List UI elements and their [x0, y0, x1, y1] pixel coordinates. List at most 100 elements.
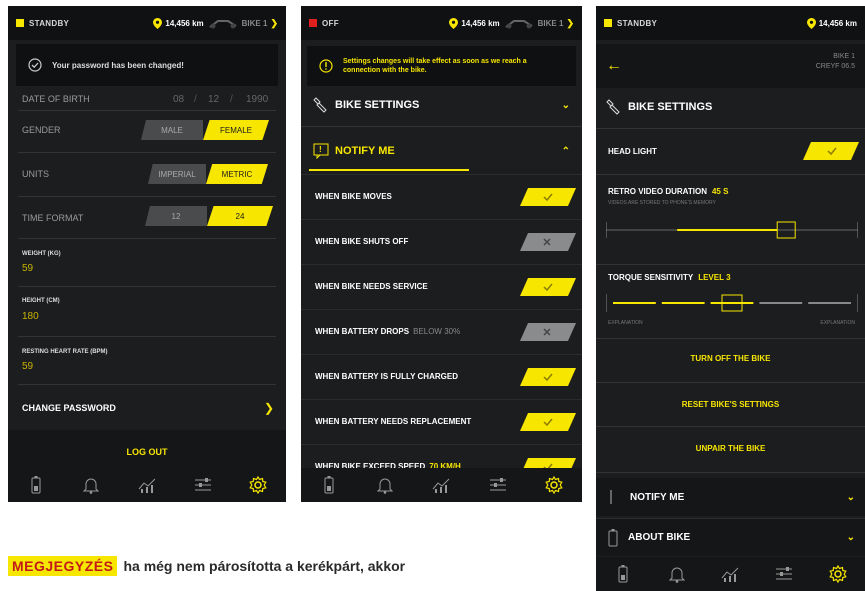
gender-label: GENDER — [22, 125, 61, 135]
change-password-row[interactable]: CHANGE PASSWORD ❯ — [8, 394, 286, 422]
notify-me-section[interactable]: NOTIFY ME ⌄ — [596, 478, 865, 516]
dob-label: DATE OF BIRTH — [22, 94, 90, 104]
chevron-down-icon: ❯ — [566, 17, 574, 28]
check-circle-icon — [28, 58, 42, 72]
notify-row: WHEN BATTERY IS FULLY CHARGED — [301, 354, 582, 398]
nav-sliders-icon[interactable] — [193, 475, 213, 495]
status-bar: OFF 14,456 km BIKE 1 ❯ — [301, 6, 582, 40]
gender-male[interactable]: MALE — [141, 120, 203, 140]
toggle-on[interactable] — [520, 188, 576, 206]
note-text: ha még nem párosította a kerékpárt, akko… — [123, 558, 406, 574]
resting-hr-input[interactable]: 59 — [22, 361, 33, 372]
chevron-up-icon: ⌃ — [561, 145, 570, 157]
notify-row: WHEN BIKE NEEDS SERVICE — [301, 264, 582, 308]
units-imperial[interactable]: IMPERIAL — [148, 164, 206, 184]
info-icon — [319, 59, 333, 73]
toggle-off[interactable] — [520, 323, 576, 341]
retro-video-row: RETRO VIDEO DURATION 45 S — [596, 184, 865, 198]
dob-year[interactable]: 1990 — [246, 94, 268, 105]
nav-bell-icon[interactable] — [667, 564, 687, 584]
bike-settings-section[interactable]: BIKE SETTINGS — [596, 92, 865, 122]
nav-bell-icon[interactable] — [375, 475, 395, 495]
location-pin-icon — [449, 17, 459, 29]
nav-gear-icon[interactable] — [544, 475, 564, 495]
turn-off-bike-button[interactable]: TURN OFF THE BIKE — [596, 354, 865, 363]
chevron-right-icon: ❯ — [263, 401, 274, 415]
nav-sliders-icon[interactable] — [774, 564, 794, 584]
time-format-12[interactable]: 12 — [145, 206, 207, 226]
note-tag: MEGJEGYZÉS — [8, 556, 118, 576]
notify-row: WHEN BATTERY NEEDS REPLACEMENT — [301, 399, 582, 443]
gender-toggle[interactable]: MALE FEMALE — [141, 120, 269, 140]
notify-row: WHEN BIKE SHUTS OFF — [301, 219, 582, 263]
motorbike-icon — [505, 20, 533, 29]
nav-bell-icon[interactable] — [81, 475, 101, 495]
nav-gear-icon[interactable] — [828, 564, 848, 584]
unpair-bike-button[interactable]: UNPAIR THE BIKE — [596, 444, 865, 453]
motorbike-icon — [209, 20, 237, 29]
notify-row-label: WHEN BATTERY DROPS — [315, 327, 410, 336]
bike-selector[interactable]: BIKE 1 ❯ — [538, 18, 574, 29]
date-of-birth-row[interactable]: DATE OF BIRTH 08 / 12 / 1990 — [8, 90, 286, 108]
password-toast: Your password has been changed! — [16, 44, 278, 86]
status-bar: STANDBY 14,456 km — [596, 6, 865, 40]
time-format-24[interactable]: 24 — [207, 206, 273, 226]
status-label: STANDBY — [29, 18, 70, 28]
notify-row: WHEN BATTERY DROPS BELOW 30% — [301, 309, 582, 353]
toggle-on[interactable] — [520, 413, 576, 431]
time-format-toggle[interactable]: 12 24 — [145, 206, 273, 226]
resting-hr-label: RESTING HEART RATE (BPM) — [22, 349, 108, 355]
torque-slider[interactable] — [606, 292, 858, 314]
torque-right-label: EXPLANATION — [820, 320, 855, 326]
toast-text: Settings changes will take effect as soo… — [343, 58, 527, 74]
odometer: 14,456 km — [818, 18, 857, 28]
nav-stats-icon[interactable] — [137, 475, 157, 495]
head-light-toggle[interactable] — [803, 142, 859, 160]
dob-day[interactable]: 08 — [173, 94, 184, 105]
nav-sliders-icon[interactable] — [488, 475, 508, 495]
nav-battery-icon[interactable] — [613, 564, 633, 584]
gender-female[interactable]: FEMALE — [203, 120, 269, 140]
notify-row-label: WHEN BATTERY IS FULLY CHARGED — [315, 372, 458, 381]
weight-input[interactable]: 59 — [22, 263, 33, 274]
toast-text: Your password has been changed! — [52, 60, 184, 70]
nav-gear-icon[interactable] — [248, 475, 268, 495]
head-light-label: HEAD LIGHT — [608, 146, 657, 156]
nav-stats-icon[interactable] — [431, 475, 451, 495]
bottom-nav — [8, 468, 286, 502]
chevron-down-icon: ⌄ — [561, 99, 570, 111]
units-metric[interactable]: METRIC — [206, 164, 268, 184]
notify-row-extra: BELOW 30% — [413, 327, 461, 336]
status-label: OFF — [322, 18, 339, 28]
location-pin-icon — [806, 17, 816, 29]
bike-settings-section[interactable]: BIKE SETTINGS ⌄ — [301, 90, 582, 120]
nav-battery-icon[interactable] — [26, 475, 46, 495]
bottom-nav — [596, 557, 865, 591]
dob-month[interactable]: 12 — [208, 94, 219, 105]
nav-battery-icon[interactable] — [319, 475, 339, 495]
nav-stats-icon[interactable] — [720, 564, 740, 584]
bike-selector[interactable]: BIKE 1 ❯ — [242, 18, 278, 29]
torque-label: TORQUE SENSITIVITY — [608, 272, 694, 282]
retro-video-hint: VIDEOS ARE STORED TO PHONE'S MEMORY — [608, 200, 716, 206]
notify-me-title: NOTIFY ME — [630, 491, 685, 503]
notify-row: WHEN BIKE MOVES — [301, 174, 582, 218]
toggle-on[interactable] — [520, 368, 576, 386]
about-bike-section[interactable]: ABOUT BIKE ⌄ — [596, 518, 865, 556]
notify-me-section[interactable]: ! NOTIFY ME ⌃ — [301, 134, 582, 168]
toggle-off[interactable] — [520, 233, 576, 251]
units-label: UNITS — [22, 169, 49, 179]
toggle-on[interactable] — [520, 278, 576, 296]
chevron-down-icon: ❯ — [270, 17, 278, 28]
reset-settings-button[interactable]: RESET BIKE'S SETTINGS — [596, 400, 865, 409]
logout-label: LOG OUT — [126, 447, 168, 457]
torque-row: TORQUE SENSITIVITY LEVEL 3 — [596, 270, 865, 284]
header-bar: ← BIKE 1 CREYF 06.5 — [596, 44, 865, 88]
height-input[interactable]: 180 — [22, 311, 39, 322]
back-arrow-icon[interactable]: ← — [606, 57, 622, 75]
bike-name: BIKE 1 — [241, 18, 268, 28]
units-toggle[interactable]: IMPERIAL METRIC — [148, 164, 268, 184]
retro-video-slider[interactable] — [606, 220, 858, 240]
weight-label: WEIGHT (KG) — [22, 251, 61, 257]
change-password-label: CHANGE PASSWORD — [22, 403, 116, 413]
